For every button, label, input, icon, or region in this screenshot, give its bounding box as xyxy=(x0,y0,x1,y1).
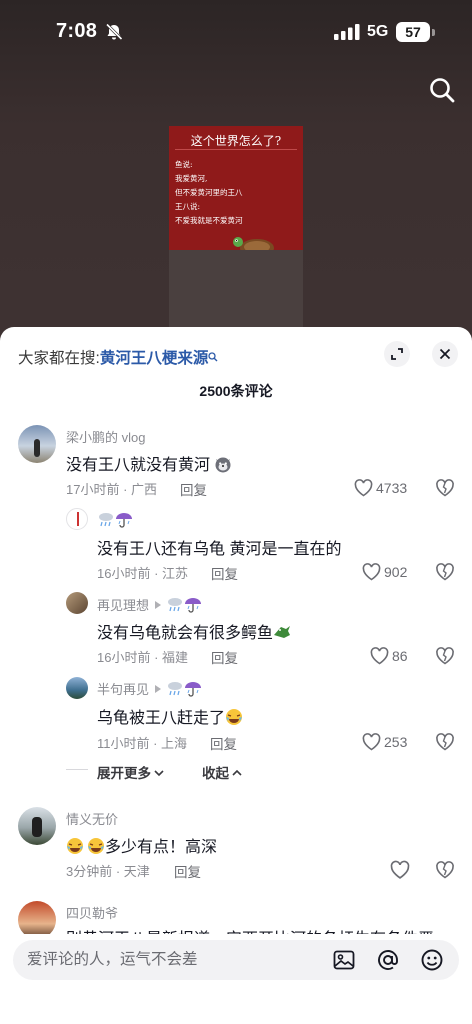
heart-icon xyxy=(362,733,381,751)
app-screen: 7:08 5G 57 这个世界怎么了? 鱼说: 我爱黄河, 但不爱黄河里的王八 … xyxy=(0,0,472,1024)
reply-button[interactable]: 回复 xyxy=(174,861,201,881)
reply-meta: 11小时前 · 上海 xyxy=(97,736,188,751)
dislike-broken-heart-icon[interactable] xyxy=(435,646,455,666)
like-button[interactable]: 253 xyxy=(362,732,416,752)
crying-laughing-emoji-icon xyxy=(88,838,104,854)
like-count: 902 xyxy=(384,564,408,580)
video-text-card: 这个世界怎么了? 鱼说: 我爱黄河, 但不爱黄河里的王八 王八说: 不爱我就是不… xyxy=(169,126,303,250)
hot-search-keyword[interactable]: 黄河王八梗来源 xyxy=(100,350,209,367)
expand-more-button[interactable]: 展开更多 xyxy=(97,762,165,782)
like-button[interactable]: 86 xyxy=(370,646,416,666)
video-background[interactable]: 7:08 5G 57 这个世界怎么了? 鱼说: 我爱黄河, 但不爱黄河里的王八 … xyxy=(0,0,472,360)
mention-icon[interactable] xyxy=(376,948,400,972)
collapse-button[interactable]: 收起 xyxy=(202,762,243,782)
card-divider xyxy=(175,149,297,150)
reply-text: 没有乌龟就会有很多鳄鱼 xyxy=(97,619,291,643)
video-frame[interactable]: 这个世界怎么了? 鱼说: 我爱黄河, 但不爱黄河里的王八 王八说: 不爱我就是不… xyxy=(169,126,303,332)
comment-text: 多少有点！高深 xyxy=(66,833,217,857)
chevron-up-icon xyxy=(232,769,242,776)
comment-partial: 四贝勒爷 别黄河王八最新报道：安西开比河的各杆生有各件严 xyxy=(0,897,472,934)
crying-laughing-emoji-icon xyxy=(67,838,83,854)
reply-button[interactable]: 回复 xyxy=(180,479,207,499)
reply-to-arrow-icon xyxy=(155,601,162,609)
hot-search-prefix: 大家都在搜: xyxy=(18,350,100,367)
reply-username[interactable]: 半句再见 xyxy=(97,679,202,698)
battery-icon: 57 xyxy=(396,22,435,42)
turtle-icon xyxy=(233,237,274,250)
reply-to-arrow-icon xyxy=(155,685,162,693)
comment-panel: 大家都在搜:黄河王八梗来源 2500条评论 梁小鹏的 vlog 没有王八就没有黄… xyxy=(0,327,472,1024)
comment-text: 没有王八就没有黄河 xyxy=(66,451,232,475)
like-count: 253 xyxy=(384,734,408,750)
clock: 7:08 xyxy=(56,20,98,42)
emoji-icon[interactable] xyxy=(420,948,444,972)
expand-panel-button[interactable] xyxy=(384,341,410,367)
crocodile-emoji-icon xyxy=(274,626,291,638)
comment-input[interactable] xyxy=(27,940,327,980)
comment-input-bar xyxy=(13,940,459,980)
comment-username[interactable]: 梁小鹏的 vlog xyxy=(66,427,145,446)
reply-username[interactable]: 再见理想 xyxy=(97,595,202,614)
reply-meta: 16小时前 · 福建 xyxy=(97,650,189,665)
dislike-broken-heart-icon[interactable] xyxy=(435,732,455,752)
avatar[interactable] xyxy=(66,592,88,614)
thread-divider xyxy=(66,769,88,770)
comment-meta: 3分钟前 · 天津 xyxy=(66,864,150,879)
like-count: 86 xyxy=(392,648,408,664)
heart-icon[interactable] xyxy=(390,860,410,880)
heart-icon xyxy=(354,479,373,497)
reply-text: 没有王八还有乌龟 黄河是一直在的 xyxy=(97,541,342,558)
bell-muted-icon xyxy=(105,23,123,41)
image-icon[interactable] xyxy=(332,948,356,972)
dislike-broken-heart-icon[interactable] xyxy=(435,562,455,582)
close-button[interactable] xyxy=(432,341,458,367)
search-icon[interactable] xyxy=(428,76,456,104)
close-icon xyxy=(439,348,451,360)
comment-username[interactable]: 四贝勒爷 xyxy=(66,903,118,922)
search-small-icon xyxy=(208,352,218,362)
dislike-broken-heart-icon[interactable] xyxy=(435,478,455,498)
reply-meta: 16小时前 · 江苏 xyxy=(97,566,189,581)
umbrella-icon xyxy=(185,598,202,613)
chevron-down-icon xyxy=(154,770,164,777)
signal-icon xyxy=(334,24,360,40)
reply-text: 乌龟被王八赶走了 xyxy=(97,704,243,728)
reply-button[interactable]: 回复 xyxy=(211,647,238,667)
avatar[interactable] xyxy=(66,508,88,530)
card-title: 这个世界怎么了? xyxy=(190,134,282,148)
like-count: 4733 xyxy=(376,480,408,496)
avatar[interactable] xyxy=(18,807,56,845)
status-bar: 7:08 5G 57 xyxy=(0,0,472,64)
comment-text: 别黄河王八最新报道：安西开比河的各杆生有各件严 xyxy=(66,925,434,934)
hot-search[interactable]: 大家都在搜:黄河王八梗来源 xyxy=(18,346,218,368)
avatar[interactable] xyxy=(18,425,56,463)
network-type: 5G xyxy=(367,23,389,40)
cloud-rain-icon xyxy=(168,682,183,696)
like-button[interactable]: 4733 xyxy=(354,478,414,498)
heart-icon xyxy=(362,563,381,581)
umbrella-icon xyxy=(116,513,132,528)
comment-meta: 17小时前 · 广西 xyxy=(66,482,158,497)
comment-count: 2500条评论 xyxy=(199,383,273,399)
avatar[interactable] xyxy=(66,677,88,699)
expand-icon xyxy=(391,348,403,360)
dislike-broken-heart-icon[interactable] xyxy=(435,860,455,880)
crying-laughing-emoji-icon xyxy=(226,709,243,725)
heart-icon xyxy=(370,647,389,665)
card-body: 鱼说: 我爱黄河, 但不爱黄河里的王八 王八说: 不爱我就是不爱黄河 xyxy=(175,160,243,225)
cloud-rain-icon xyxy=(99,513,113,527)
reply-username[interactable] xyxy=(97,510,133,528)
comment-username[interactable]: 情义无价 xyxy=(66,809,118,828)
reply-button[interactable]: 回复 xyxy=(211,563,238,583)
reply-button[interactable]: 回复 xyxy=(210,733,237,753)
dog-face-emoji-icon xyxy=(215,457,231,473)
like-button[interactable]: 902 xyxy=(362,562,416,582)
umbrella-icon xyxy=(185,682,202,697)
cloud-rain-icon xyxy=(168,598,183,612)
avatar[interactable] xyxy=(18,901,56,934)
